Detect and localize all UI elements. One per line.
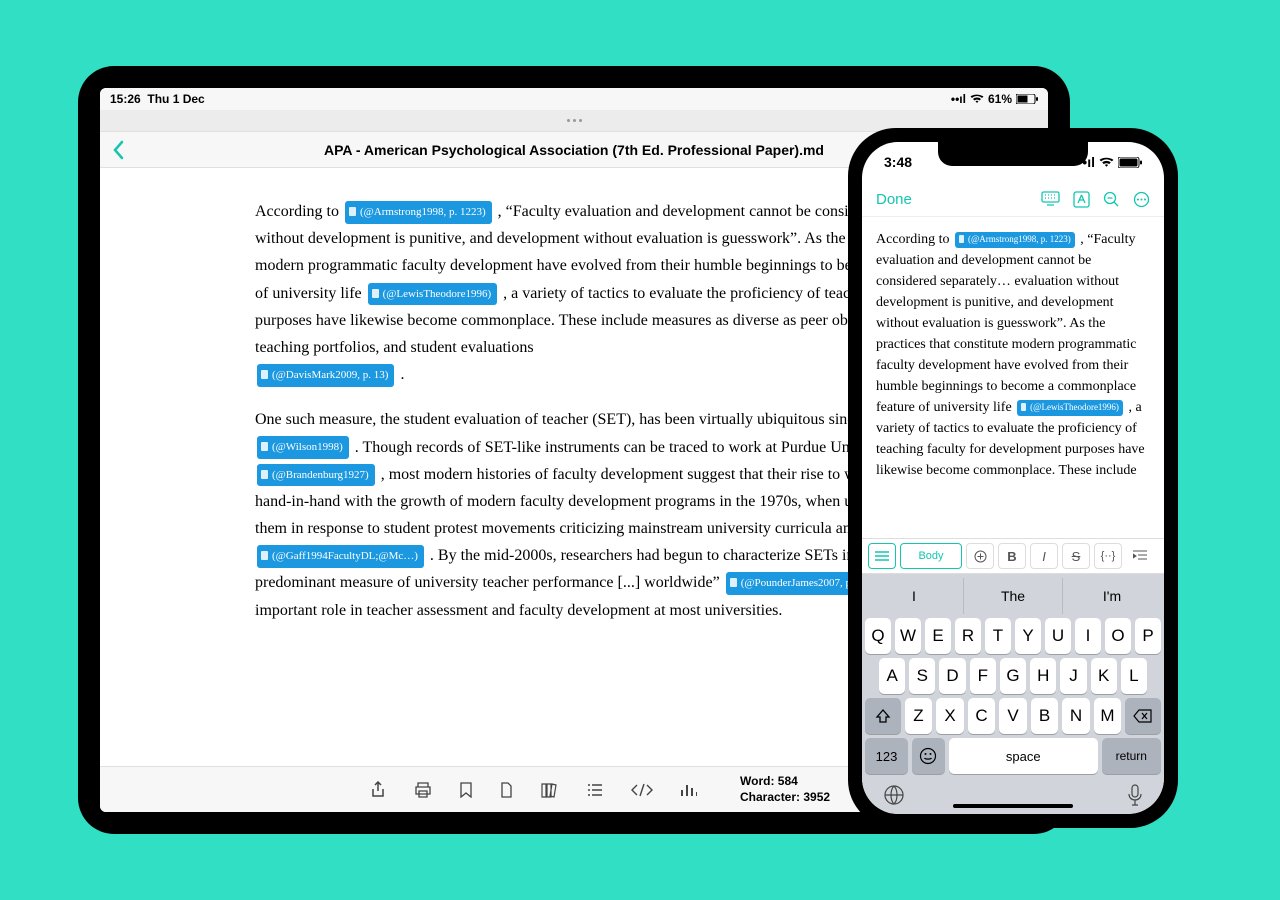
italic-button[interactable]: I — [1030, 543, 1058, 569]
format-toolbar: Body B I S {··} — [862, 538, 1164, 574]
text: , “Faculty evaluation and development ca… — [876, 232, 1136, 415]
citation-token[interactable]: (@Armstrong1998, p. 1223) — [345, 201, 492, 224]
citation-token[interactable]: (@LewisTheodore1996) — [368, 283, 498, 306]
key-p[interactable]: P — [1135, 618, 1161, 654]
citation-token[interactable]: (@Gaff1994FacultyDL;@Mc…) — [257, 545, 424, 568]
numbers-key[interactable]: 123 — [865, 738, 908, 774]
key-y[interactable]: Y — [1015, 618, 1041, 654]
suggestion[interactable]: I'm — [1062, 578, 1161, 614]
key-i[interactable]: I — [1075, 618, 1101, 654]
battery-percent: 61% — [988, 92, 1012, 106]
key-u[interactable]: U — [1045, 618, 1071, 654]
more-icon[interactable] — [1133, 191, 1150, 208]
keyboard: I The I'm QWERTYUIOP ASDFGHJKL ZXCVBNM 1… — [862, 574, 1164, 814]
done-button[interactable]: Done — [876, 191, 912, 208]
wifi-icon — [1099, 157, 1114, 168]
print-icon[interactable] — [414, 782, 432, 798]
key-l[interactable]: L — [1121, 658, 1147, 694]
notch — [938, 142, 1088, 166]
braces-button[interactable]: {··} — [1094, 543, 1122, 569]
battery-icon — [1016, 94, 1038, 104]
key-e[interactable]: E — [925, 618, 951, 654]
key-f[interactable]: F — [970, 658, 996, 694]
bold-button[interactable]: B — [998, 543, 1026, 569]
battery-icon — [1118, 157, 1142, 168]
stats-icon[interactable] — [681, 783, 697, 797]
home-indicator[interactable] — [953, 804, 1073, 808]
text: . — [400, 366, 404, 383]
emoji-key[interactable] — [912, 738, 945, 774]
key-z[interactable]: Z — [905, 698, 933, 734]
share-icon[interactable] — [370, 781, 386, 799]
strike-button[interactable]: S — [1062, 543, 1090, 569]
key-t[interactable]: T — [985, 618, 1011, 654]
globe-icon[interactable] — [883, 784, 905, 806]
key-x[interactable]: X — [936, 698, 964, 734]
suggestion-bar: I The I'm — [865, 578, 1161, 614]
text: According to — [255, 203, 343, 220]
char-count: Character: 3952 — [740, 790, 830, 806]
citation-token[interactable]: (@Brandenburg1927) — [257, 464, 375, 487]
suggestion[interactable]: The — [963, 578, 1062, 614]
return-key[interactable]: return — [1102, 738, 1161, 774]
indent-button[interactable] — [1126, 543, 1154, 569]
citation-token[interactable]: (@DavisMark2009, p. 13) — [257, 364, 394, 387]
key-v[interactable]: V — [999, 698, 1027, 734]
key-j[interactable]: J — [1060, 658, 1086, 694]
citation-token[interactable]: (@Armstrong1998, p. 1223) — [955, 232, 1075, 248]
style-body-button[interactable]: Body — [900, 543, 962, 569]
iphone-screen: 3:48 ••ıl Done According to (@Armstrong1… — [862, 142, 1164, 814]
key-c[interactable]: C — [968, 698, 996, 734]
list-icon[interactable] — [587, 783, 603, 797]
ipad-status-bar: 15:26 Thu 1 Dec ••ıl 61% — [100, 88, 1048, 110]
key-b[interactable]: B — [1031, 698, 1059, 734]
wifi-icon — [970, 94, 984, 104]
library-icon[interactable] — [541, 782, 559, 798]
document-icon[interactable] — [500, 782, 513, 798]
status-time: 3:48 — [884, 154, 912, 170]
key-o[interactable]: O — [1105, 618, 1131, 654]
document-body[interactable]: According to (@Armstrong1998, p. 1223) ,… — [862, 217, 1164, 538]
text-style-icon[interactable] — [1073, 191, 1090, 208]
text: According to — [876, 232, 953, 247]
word-count: Word: 584 — [740, 774, 830, 790]
bookmark-icon[interactable] — [460, 782, 472, 798]
keyboard-icon[interactable] — [1041, 191, 1060, 206]
code-icon[interactable] — [631, 783, 653, 797]
suggestion[interactable]: I — [865, 578, 963, 614]
key-k[interactable]: K — [1091, 658, 1117, 694]
key-m[interactable]: M — [1094, 698, 1122, 734]
status-date: Thu 1 Dec — [147, 92, 204, 106]
paragraph-button[interactable] — [868, 543, 896, 569]
key-d[interactable]: D — [939, 658, 965, 694]
status-time: 15:26 — [110, 92, 141, 106]
iphone-device: 3:48 ••ıl Done According to (@Armstrong1… — [848, 128, 1178, 828]
backspace-key[interactable] — [1125, 698, 1161, 734]
mic-icon[interactable] — [1127, 784, 1143, 806]
space-key[interactable]: space — [949, 738, 1098, 774]
key-h[interactable]: H — [1030, 658, 1056, 694]
citation-token[interactable]: (@Wilson1998) — [257, 436, 349, 459]
citation-token[interactable]: (@LewisTheodore1996) — [1017, 400, 1123, 416]
key-r[interactable]: R — [955, 618, 981, 654]
key-a[interactable]: A — [879, 658, 905, 694]
key-w[interactable]: W — [895, 618, 921, 654]
key-n[interactable]: N — [1062, 698, 1090, 734]
add-button[interactable] — [966, 543, 994, 569]
zoom-out-icon[interactable] — [1103, 191, 1120, 208]
signal-icon: ••ıl — [951, 92, 966, 106]
key-g[interactable]: G — [1000, 658, 1026, 694]
key-s[interactable]: S — [909, 658, 935, 694]
iphone-navbar: Done — [862, 182, 1164, 217]
key-q[interactable]: Q — [865, 618, 891, 654]
shift-key[interactable] — [865, 698, 901, 734]
